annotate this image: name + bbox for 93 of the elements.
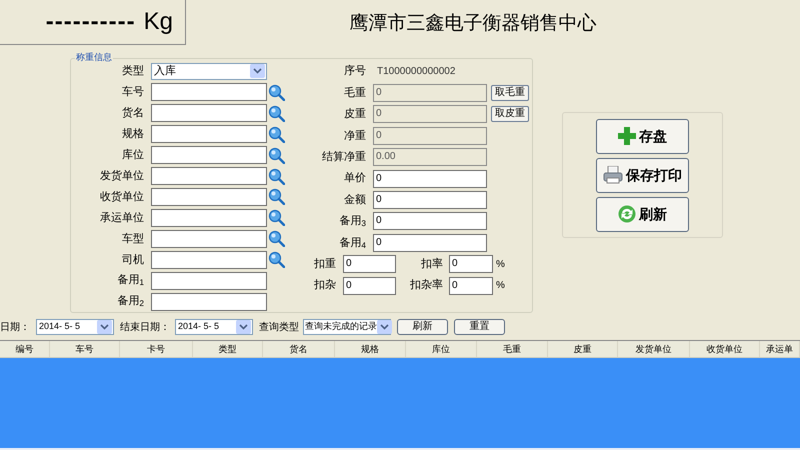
field-label: 单价 — [343, 171, 366, 186]
refresh-icon — [618, 205, 636, 223]
search-icon[interactable] — [268, 146, 285, 164]
input-field: 0 — [373, 84, 487, 102]
column-header[interactable]: 编号 — [0, 341, 50, 357]
field-label: 备用$_{1}$ — [116, 273, 144, 289]
input-field[interactable]: 0 — [373, 234, 487, 252]
search-icon[interactable] — [268, 168, 285, 185]
field-label: 规格 — [121, 126, 144, 142]
search-icon[interactable] — [268, 84, 285, 101]
column-header[interactable]: 发货单位 — [618, 341, 690, 357]
action-button[interactable]: 存盘 — [596, 118, 689, 154]
field-label: 序号 — [343, 64, 366, 80]
percent-unit: % — [496, 258, 505, 272]
input-field[interactable] — [151, 83, 267, 102]
input-field[interactable]: 0 — [449, 276, 493, 295]
field-label: 发货单位 — [99, 168, 144, 184]
action-button[interactable]: 刷新 — [596, 196, 689, 232]
input-field[interactable]: 0 — [343, 276, 396, 295]
field-label: 备用$_{2}$ — [116, 294, 144, 310]
weight-unit: Kg — [144, 7, 173, 37]
start-date-picker[interactable]: 2014- 5- 5 — [36, 319, 114, 335]
end-date-label: 结束日期： — [120, 320, 170, 334]
percent-unit: % — [496, 279, 505, 294]
search-icon[interactable] — [268, 251, 285, 268]
input-field[interactable]: 0 — [449, 255, 493, 274]
field-label: 扣率 — [420, 256, 443, 272]
field-label: 货名 — [121, 106, 144, 122]
field-label: 收货单位 — [99, 190, 144, 205]
column-header[interactable]: 皮重 — [548, 341, 618, 357]
input-field[interactable]: 0 — [373, 170, 487, 188]
start-date-label: 日期： — [0, 320, 30, 334]
input-field[interactable] — [151, 125, 267, 144]
field-label: 净重 — [343, 128, 366, 144]
column-header[interactable]: 车号 — [50, 341, 120, 357]
field-label: 结算净重 — [321, 150, 366, 165]
input-field[interactable] — [151, 146, 267, 164]
type-select[interactable]: 入库 — [151, 62, 267, 80]
search-icon[interactable] — [268, 104, 285, 122]
field-label: 毛重 — [343, 86, 366, 101]
input-field[interactable]: 0 — [373, 212, 487, 230]
search-icon[interactable] — [268, 230, 285, 248]
field-label: 金额 — [343, 192, 366, 208]
printer-icon — [603, 166, 623, 184]
input-field[interactable] — [151, 272, 267, 290]
input-field[interactable]: 0 — [343, 255, 396, 274]
column-header[interactable]: 货名 — [263, 341, 335, 357]
end-date-picker[interactable]: 2014- 5- 5 — [175, 319, 253, 335]
input-field[interactable] — [151, 188, 267, 206]
capture-weight-button[interactable]: 取皮重 — [491, 106, 529, 122]
input-field[interactable] — [151, 104, 267, 122]
input-field[interactable] — [151, 208, 267, 227]
search-icon[interactable] — [268, 126, 285, 143]
query-button[interactable]: 重置 — [454, 319, 505, 335]
input-field[interactable] — [151, 167, 267, 186]
field-label: 扣重 — [313, 256, 336, 272]
search-icon[interactable] — [268, 209, 285, 226]
column-header[interactable]: 库位 — [406, 341, 477, 357]
field-label: 库位 — [121, 148, 144, 163]
column-header[interactable]: 毛重 — [477, 341, 548, 357]
action-button[interactable]: 保存打印 — [596, 158, 689, 192]
input-field: 0 — [373, 126, 487, 145]
serial-number: T1000000000002 — [376, 65, 456, 80]
query-button[interactable]: 刷新 — [397, 319, 448, 335]
column-header[interactable]: 承运单 — [760, 341, 800, 357]
plus-icon — [618, 127, 636, 145]
field-label: 车型 — [121, 232, 144, 247]
group-legend: 称重信息 — [75, 52, 113, 62]
input-field[interactable]: 0 — [373, 191, 487, 210]
input-field[interactable] — [151, 230, 267, 248]
field-label: 车号 — [121, 85, 144, 100]
field-label: 类型 — [121, 64, 144, 80]
query-type-select[interactable]: 查询未完成的记录 — [303, 319, 391, 335]
input-field: 0.00 — [373, 148, 487, 166]
column-header[interactable]: 规格 — [335, 341, 406, 357]
input-field[interactable] — [151, 292, 267, 311]
input-field: 0 — [373, 105, 487, 124]
input-field[interactable] — [151, 250, 267, 269]
field-label: 备用$_{4}$ — [338, 236, 366, 252]
capture-weight-button[interactable]: 取毛重 — [491, 85, 529, 102]
field-label: 备用$_{3}$ — [338, 214, 366, 230]
field-label: 承运单位 — [99, 210, 144, 226]
query-type-label: 查询类型 — [259, 320, 299, 334]
field-label: 扣杂率 — [409, 278, 443, 294]
column-header[interactable]: 收货单位 — [690, 341, 760, 357]
search-icon[interactable] — [268, 188, 285, 206]
column-header[interactable]: 卡号 — [120, 341, 193, 357]
field-label: 皮重 — [343, 107, 366, 122]
field-label: 司机 — [121, 252, 144, 268]
field-label: 扣杂 — [313, 278, 336, 294]
weight-reading: ---------- — [46, 7, 136, 37]
window-title: 鹰潭市三鑫电子衡器销售中心 — [350, 10, 596, 36]
column-header[interactable]: 类型 — [193, 341, 263, 357]
